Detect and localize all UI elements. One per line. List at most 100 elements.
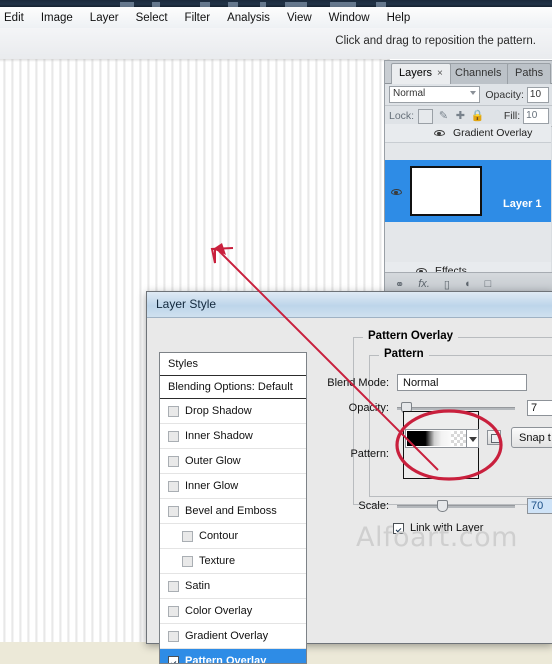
options-bar: Click and drag to reposition the pattern… [0, 28, 552, 60]
menu-item-view[interactable]: View [279, 10, 321, 26]
tab-layers[interactable]: Layers × [391, 63, 451, 84]
pattern-swatch[interactable] [405, 429, 467, 448]
watermark-text: Alfoart.com [356, 522, 518, 553]
pattern-label: Pattern: [317, 448, 389, 460]
tab-channels-label: Channels [455, 67, 501, 79]
new-layer-icon[interactable]: □ [485, 278, 492, 290]
blend-mode-row: Blend Mode: Normal [317, 374, 552, 391]
opacity-label: Opacity: [317, 402, 389, 414]
scale-slider[interactable] [397, 500, 515, 512]
pixels-lock-icon[interactable]: ✎ [437, 110, 450, 123]
style-item-label: Inner Shadow [185, 430, 253, 442]
style-item-drop-shadow[interactable]: Drop Shadow [160, 399, 306, 424]
style-item-inner-shadow[interactable]: Inner Shadow [160, 424, 306, 449]
chevron-down-icon [469, 437, 477, 442]
pattern-overlay-settings: Pattern Overlay Pattern Blend Mode: Norm… [317, 330, 552, 643]
layers-panel: Layers × Channels Paths Normal Opacity: 1… [384, 60, 552, 296]
blending-options-item[interactable]: Blending Options: Default [160, 376, 306, 399]
group-title-pattern: Pattern [379, 348, 429, 360]
blend-mode-label: Blend Mode: [317, 377, 389, 389]
add-mask-icon[interactable]: ▯ [444, 278, 450, 291]
scale-input[interactable]: 70 [527, 498, 552, 514]
blend-mode-select[interactable]: Normal [397, 374, 527, 391]
blend-mode-value: Normal [403, 377, 438, 389]
style-item-gradient-overlay[interactable]: Gradient Overlay [160, 624, 306, 649]
layer-opacity-input[interactable]: 10 [527, 87, 549, 103]
style-item-label: Color Overlay [185, 605, 252, 617]
visibility-eye-icon[interactable] [433, 126, 446, 139]
layer-blend-mode-select[interactable]: Normal [389, 86, 480, 103]
style-item-label: Inner Glow [185, 480, 238, 492]
all-lock-icon[interactable]: 🔒 [471, 110, 484, 123]
styles-list[interactable]: Styles Blending Options: Default Drop Sh… [159, 352, 307, 664]
list-item[interactable]: Gradient Overlay [385, 124, 551, 143]
tab-channels[interactable]: Channels [447, 63, 509, 84]
style-item-pattern-overlay[interactable]: Pattern Overlay [160, 649, 306, 664]
layer-blend-mode-value: Normal [393, 88, 425, 99]
adjustment-layer-icon[interactable]: ◖ [464, 278, 471, 290]
section-title-pattern-overlay: Pattern Overlay [363, 330, 458, 342]
slider-knob[interactable] [437, 500, 448, 512]
style-item-color-overlay[interactable]: Color Overlay [160, 599, 306, 624]
style-item-satin[interactable]: Satin [160, 574, 306, 599]
fill-input[interactable]: 10 [523, 108, 549, 124]
layer-list[interactable]: Gradient Overlay Pattern Overlay Layer 1… [385, 124, 551, 273]
opacity-input[interactable]: 7 [527, 400, 552, 416]
close-icon[interactable]: × [437, 68, 443, 79]
position-lock-icon[interactable]: ✚ [454, 110, 467, 123]
panel-tab-row: Layers × Channels Paths [385, 61, 552, 84]
layer-name-label: Layer 1 [503, 198, 542, 210]
link-layers-icon[interactable]: ⚭ [395, 278, 404, 291]
tab-layers-label: Layers [399, 67, 432, 79]
checkbox-icon[interactable] [168, 506, 179, 517]
style-item-label: Outer Glow [185, 455, 241, 467]
scale-label: Scale: [317, 500, 389, 512]
checkbox-icon[interactable] [168, 581, 179, 592]
style-item-label: Bevel and Emboss [185, 505, 277, 517]
slider-track [397, 505, 515, 508]
checkbox-icon[interactable] [168, 606, 179, 617]
snap-to-origin-button[interactable]: Snap t [511, 427, 552, 448]
checkbox-icon[interactable] [168, 456, 179, 467]
menu-item-filter[interactable]: Filter [177, 10, 220, 26]
style-item-label: Drop Shadow [185, 405, 252, 417]
style-item-texture[interactable]: Texture [160, 549, 306, 574]
checkbox-icon[interactable] [168, 631, 179, 642]
list-item-label: Gradient Overlay [453, 127, 532, 139]
menu-item-layer[interactable]: Layer [82, 10, 128, 26]
checkerboard-icon [451, 431, 466, 446]
add-style-fx-icon[interactable]: fx. [418, 278, 430, 290]
layer-thumbnail[interactable] [410, 166, 482, 216]
style-item-inner-glow[interactable]: Inner Glow [160, 474, 306, 499]
style-item-label: Gradient Overlay [185, 630, 268, 642]
style-item-label: Contour [199, 530, 238, 542]
dialog-title-bar[interactable]: Layer Style [147, 292, 552, 318]
tab-paths[interactable]: Paths [507, 63, 551, 84]
menu-item-edit[interactable]: Edit [0, 10, 33, 26]
checkbox-icon[interactable] [182, 556, 193, 567]
transparency-lock-icon[interactable] [418, 109, 433, 124]
status-hint-text: Click and drag to reposition the pattern… [335, 35, 536, 47]
checkbox-icon[interactable] [182, 531, 193, 542]
pattern-row: Pattern: [317, 448, 407, 460]
blend-mode-row: Normal Opacity: 10 [385, 84, 552, 106]
style-item-contour[interactable]: Contour [160, 524, 306, 549]
new-preset-button[interactable] [487, 430, 501, 445]
menu-item-help[interactable]: Help [379, 10, 420, 26]
checkbox-icon[interactable] [168, 406, 179, 417]
tab-paths-label: Paths [515, 67, 543, 79]
pattern-picker-dropdown[interactable] [467, 429, 479, 448]
layer-row-selected[interactable]: Layer 1 [385, 160, 551, 222]
style-item-bevel-and-emboss[interactable]: Bevel and Emboss [160, 499, 306, 524]
menu-item-select[interactable]: Select [128, 10, 177, 26]
menu-item-analysis[interactable]: Analysis [219, 10, 279, 26]
gradient-stripe-pattern-thumbnail [407, 431, 451, 446]
checkbox-icon[interactable] [168, 481, 179, 492]
checkbox-icon[interactable] [168, 431, 179, 442]
dialog-title: Layer Style [156, 297, 216, 311]
checkbox-icon[interactable] [168, 656, 179, 664]
style-item-outer-glow[interactable]: Outer Glow [160, 449, 306, 474]
menu-item-window[interactable]: Window [321, 10, 379, 26]
menu-item-image[interactable]: Image [33, 10, 82, 26]
scale-row: Scale: 70 [317, 498, 552, 514]
